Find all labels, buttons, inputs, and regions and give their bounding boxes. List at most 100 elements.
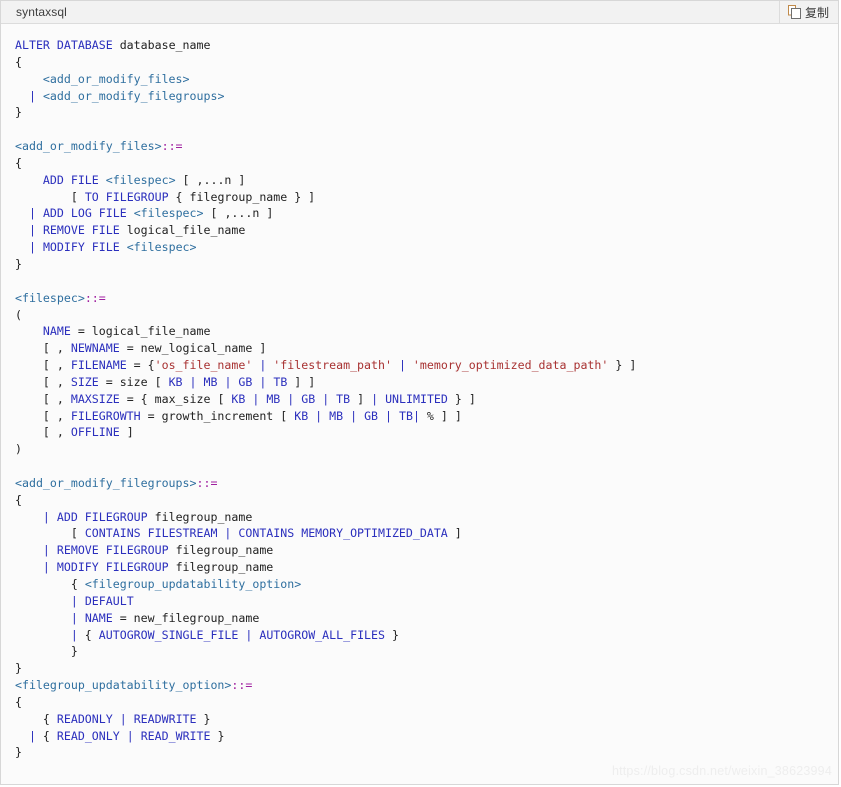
code-token: <filespec> [133,206,204,221]
code-token: } ] [447,391,476,406]
code-line: { [15,493,22,507]
code-line: [ , FILENAME = {'os_file_name' | 'filest… [15,358,636,372]
code-token: % ] ] [419,408,462,423]
code-token: = logical_file_name [70,324,211,339]
code-token: <add_or_modify_filegroups> [15,475,197,490]
code-token: TB [273,374,288,389]
code-line: | NAME = new_filegroup_name [15,611,259,625]
code-token: <filegroup_updatability_option> [84,577,302,591]
code-token: GB [301,391,316,406]
code-line: } [15,257,22,271]
code-token: } [196,711,211,726]
code-token: FILEGROWTH [70,408,141,423]
code-token: | [28,88,36,103]
copy-button-label: 复制 [804,5,829,20]
code-token: UNLIMITED [385,391,448,406]
code-token: MAXSIZE [70,391,120,406]
code-token: <add_or_modify_files> [15,139,162,154]
code-line: } [15,745,22,759]
code-token: ] [447,526,462,541]
code-token: { filegroup_name } ] [168,189,316,204]
code-line: | ADD LOG FILE <filespec> [ ,...n ] [15,206,273,220]
code-line: <filegroup_updatability_option>::= [15,678,252,692]
code-token: } [15,644,78,659]
code-token: } [210,728,225,743]
code-token: MODIFY FILEGROUP [56,560,176,575]
code-token: | [28,223,36,238]
code-line: { [15,695,22,709]
code-scroll-region[interactable]: ALTER DATABASE database_name { <add_or_m… [1,24,838,784]
code-token: } [384,627,399,642]
code-line: | ADD FILEGROUP filegroup_name [15,510,252,524]
code-token: filegroup_name [175,543,274,558]
code-token: ] [350,391,372,406]
code-line: [ , OFFLINE ] [15,425,134,439]
code-line: [ , NEWNAME = new_logical_name ] [15,341,266,355]
code-token: [ , [15,425,71,440]
code-token: [ , [15,408,71,423]
copy-button[interactable]: 复制 [778,1,838,23]
code-line: NAME = logical_file_name [15,324,211,339]
code-token: KB [168,374,183,389]
code-line: { [15,55,22,69]
code-token: = { max_size [ [119,391,232,406]
code-token: = size [ [98,374,169,389]
code-token: <filespec> [105,172,176,187]
code-line: } [15,644,78,658]
code-token: { [35,728,57,743]
code-line: [ , SIZE = size [ KB | MB | GB | TB ] ] [15,375,315,389]
code-token: } ] [608,358,637,373]
code-line: | MODIFY FILEGROUP filegroup_name [15,560,273,574]
code-token: } [15,745,22,760]
code-token: | [412,408,420,423]
code-token: <filegroup_updatability_option> [15,678,232,693]
code-token: READ_WRITE [140,728,211,743]
code-token: [ ,...n ] [175,172,246,187]
code-token: REMOVE FILE [42,223,127,238]
watermark: https://blog.csdn.net/weixin_38623994 [611,764,832,778]
sql-syntax-code[interactable]: ALTER DATABASE database_name { <add_or_m… [1,24,838,761]
code-line: } [15,661,22,675]
code-line: [ TO FILEGROUP { filegroup_name } ] [15,190,315,204]
code-token: | [42,509,50,524]
code-line: [ , MAXSIZE = { max_size [ KB | MB | GB … [15,392,476,406]
language-label: syntaxsql [16,5,67,19]
code-token: 'filestream_path' [273,358,392,373]
code-token: NEWNAME [70,341,120,356]
code-line: <add_or_modify_files> [15,72,190,86]
code-token: logical_file_name [126,223,246,238]
code-token: KB [231,391,246,406]
code-token: [ , [15,374,71,389]
code-line: [ CONTAINS FILESTREAM | CONTAINS MEMORY_… [15,526,462,540]
code-token: | [70,610,78,625]
code-token: CONTAINS MEMORY_OPTIMIZED_DATA [238,526,448,541]
code-line: <filespec>::= [15,291,106,305]
code-token: { [77,627,99,642]
code-token: DEFAULT [84,593,134,608]
code-token: MB [203,374,218,389]
code-token: = growth_increment [ [140,408,295,423]
code-token: | [42,543,50,558]
code-token: MB [329,408,344,423]
code-line: | <add_or_modify_filegroups> [15,89,224,103]
code-token: | [126,728,134,743]
code-token: [ [15,189,85,204]
